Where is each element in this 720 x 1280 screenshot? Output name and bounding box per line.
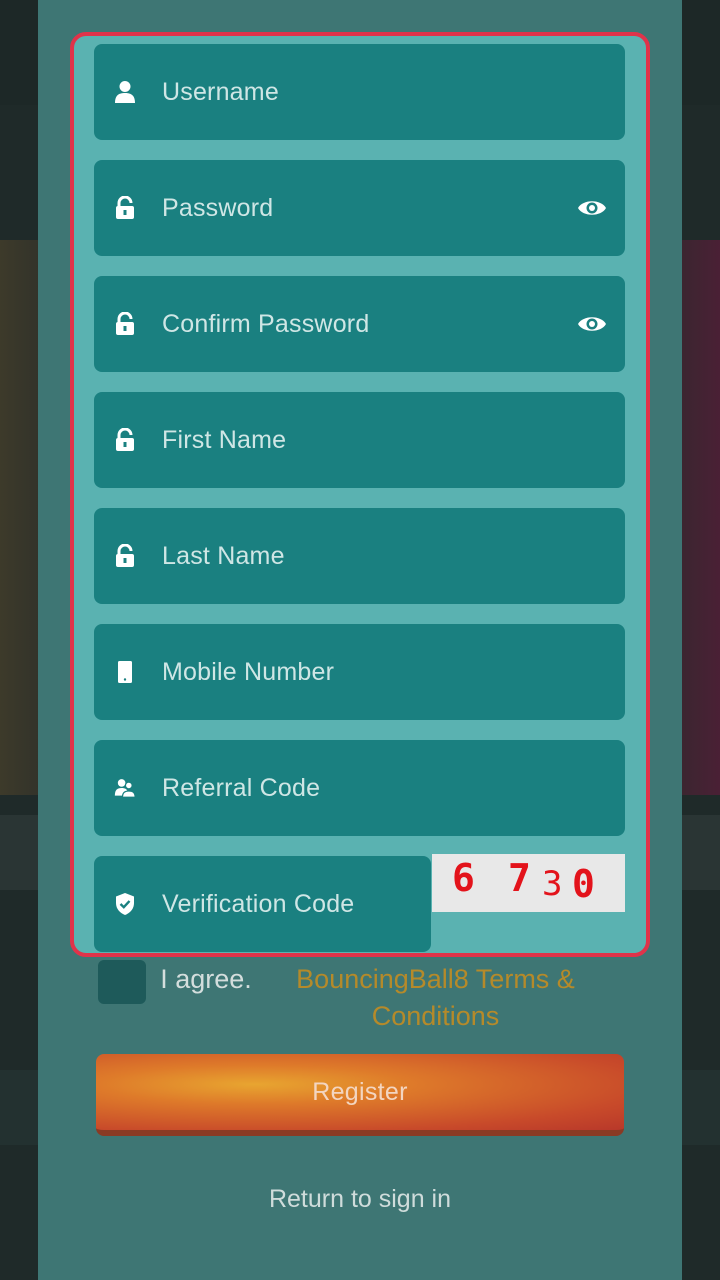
captcha-image[interactable]: 6 7 3 0 xyxy=(432,854,625,912)
first-name-placeholder: First Name xyxy=(162,426,287,454)
first-name-field[interactable]: First Name xyxy=(94,392,625,488)
register-button[interactable]: Register xyxy=(96,1054,624,1136)
password-field[interactable]: Password xyxy=(94,160,625,256)
last-name-field[interactable]: Last Name xyxy=(94,508,625,604)
password-placeholder: Password xyxy=(162,194,274,222)
shield-check-icon xyxy=(114,892,136,916)
lock-icon xyxy=(114,312,136,336)
username-placeholder: Username xyxy=(162,78,279,106)
verification-code-placeholder: Verification Code xyxy=(162,890,355,918)
agree-checkbox[interactable] xyxy=(98,960,146,1004)
last-name-placeholder: Last Name xyxy=(162,542,285,570)
referral-code-placeholder: Referral Code xyxy=(162,774,321,802)
terms-link[interactable]: BouncingBall8 Terms & Conditions xyxy=(278,961,593,1035)
verification-code-field[interactable]: Verification Code xyxy=(94,856,431,952)
username-field[interactable]: Username xyxy=(94,44,625,140)
phone-icon xyxy=(114,660,136,684)
agreement-row: I agree. BouncingBall8 Terms & Condition… xyxy=(38,955,682,1045)
eye-icon[interactable] xyxy=(577,310,607,338)
captcha-digit: 6 xyxy=(452,856,475,900)
register-form: Username Password Confirm Password First… xyxy=(70,32,650,957)
lock-icon xyxy=(114,196,136,220)
lock-icon xyxy=(114,428,136,452)
agree-label: I agree. xyxy=(160,964,252,994)
eye-icon[interactable] xyxy=(577,194,607,222)
captcha-digit: 3 xyxy=(542,864,563,904)
confirm-password-field[interactable]: Confirm Password xyxy=(94,276,625,372)
lock-icon xyxy=(114,544,136,568)
referral-code-field[interactable]: Referral Code xyxy=(94,740,625,836)
user-icon xyxy=(114,80,136,104)
return-to-sign-in-link[interactable]: Return to sign in xyxy=(38,1185,682,1214)
confirm-password-placeholder: Confirm Password xyxy=(162,310,370,338)
mobile-number-field[interactable]: Mobile Number xyxy=(94,624,625,720)
captcha-digit: 0 xyxy=(572,862,595,906)
captcha-digit: 7 xyxy=(508,856,531,900)
users-icon xyxy=(114,776,136,800)
mobile-number-placeholder: Mobile Number xyxy=(162,658,335,686)
